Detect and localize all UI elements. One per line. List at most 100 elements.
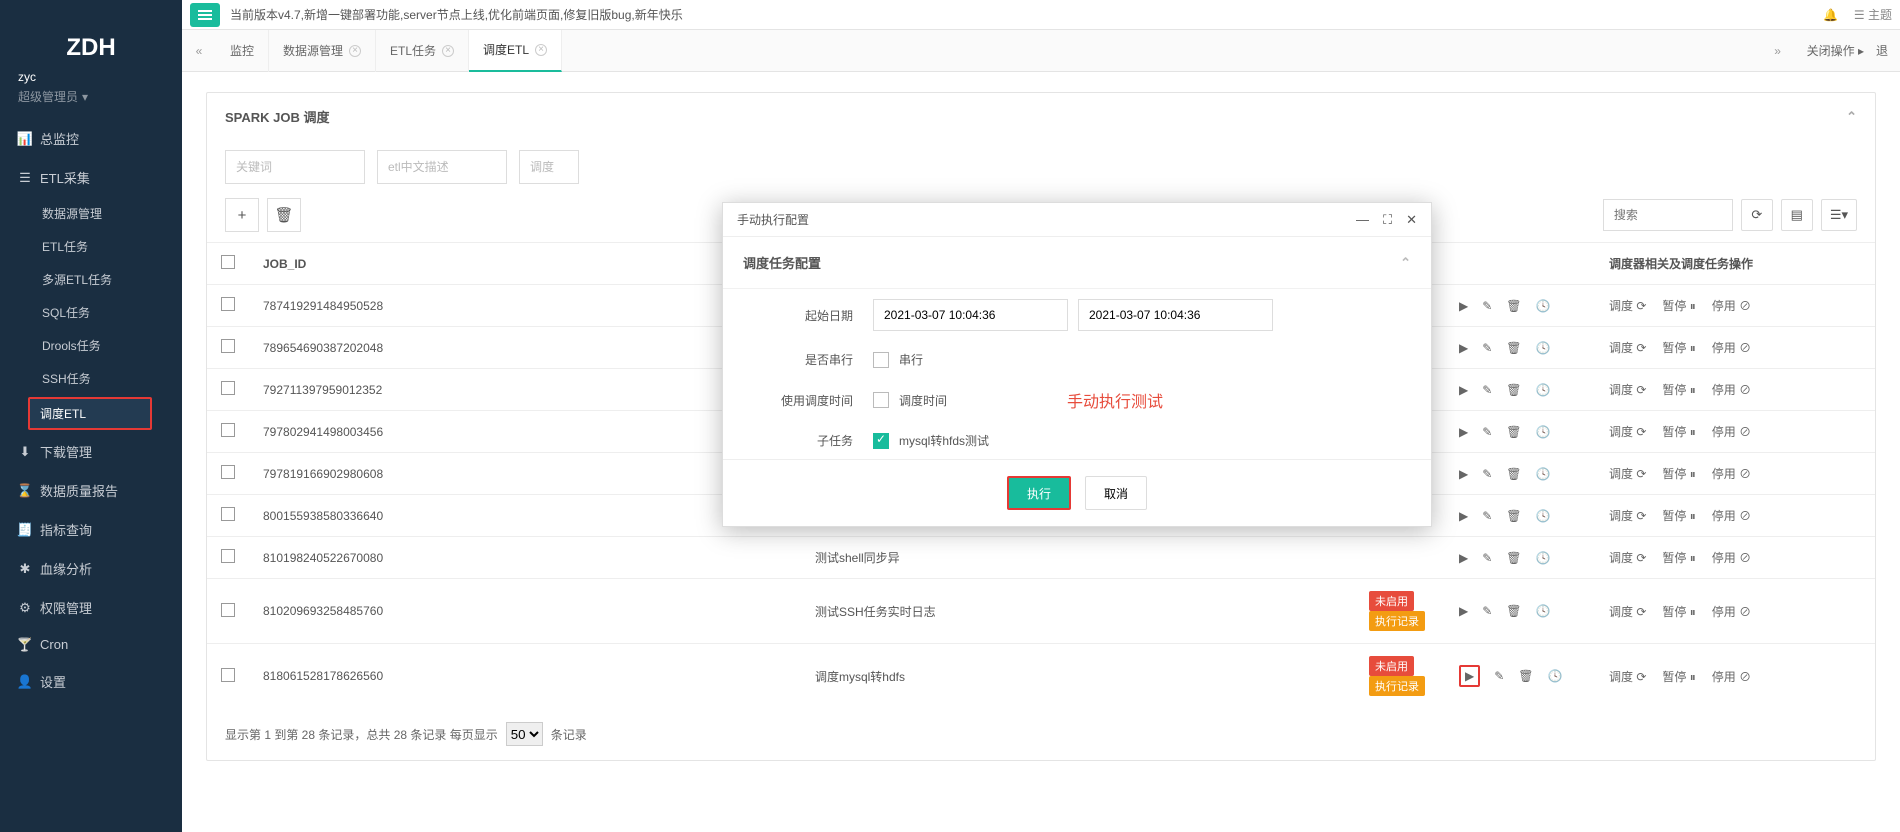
tab-datasource[interactable]: 数据源管理×: [269, 30, 376, 72]
edit-icon[interactable]: ✎: [1482, 383, 1492, 397]
log-badge[interactable]: 执行记录: [1369, 676, 1425, 696]
trash-icon[interactable]: 🗑: [1506, 299, 1521, 313]
play-icon[interactable]: ▶: [1459, 665, 1480, 687]
tab-schedule-etl[interactable]: 调度ETL×: [469, 30, 562, 72]
stop-action[interactable]: 停用 ⊘: [1712, 465, 1751, 482]
stop-action[interactable]: 停用 ⊘: [1712, 507, 1751, 524]
nav-multi-etl[interactable]: 多源ETL任务: [0, 263, 182, 296]
close-operations-menu[interactable]: 关闭操作 ▸: [1807, 42, 1864, 59]
schedule-action[interactable]: 调度 ⟳: [1609, 668, 1646, 685]
date-to-input[interactable]: [1078, 299, 1273, 331]
schedule-action[interactable]: 调度 ⟳: [1609, 603, 1646, 620]
add-button[interactable]: +: [225, 198, 259, 232]
nav-permission[interactable]: ⚙权限管理: [0, 588, 182, 627]
pause-action[interactable]: 暂停 ⏸: [1662, 381, 1695, 398]
close-icon[interactable]: ×: [442, 45, 454, 57]
pause-action[interactable]: 暂停 ⏸: [1662, 549, 1695, 566]
theme-toggle[interactable]: ☰ 主题: [1854, 6, 1892, 23]
row-checkbox[interactable]: [221, 381, 235, 395]
nav-schedule-etl[interactable]: 调度ETL: [28, 397, 152, 430]
trash-icon[interactable]: 🗑: [1506, 341, 1521, 355]
nav-ssh-task[interactable]: SSH任务: [0, 362, 182, 395]
stop-action[interactable]: 停用 ⊘: [1712, 549, 1751, 566]
bell-icon[interactable]: 🔔: [1823, 8, 1838, 22]
row-checkbox[interactable]: [221, 603, 235, 617]
modal-maximize-button[interactable]: ⛶: [1383, 212, 1392, 228]
user-role-dropdown[interactable]: 超级管理员▾: [18, 88, 164, 105]
date-from-input[interactable]: [873, 299, 1068, 331]
search-input[interactable]: [1603, 199, 1733, 231]
cancel-button[interactable]: 取消: [1085, 476, 1147, 510]
nav-datasource[interactable]: 数据源管理: [0, 197, 182, 230]
clock-icon[interactable]: 🕓: [1536, 604, 1551, 618]
close-icon[interactable]: ×: [349, 45, 361, 57]
refresh-button[interactable]: ⟳: [1741, 199, 1773, 231]
tab-etl[interactable]: ETL任务×: [376, 30, 469, 72]
nav-settings[interactable]: 👤设置: [0, 662, 182, 701]
row-checkbox[interactable]: [221, 668, 235, 682]
trash-icon[interactable]: 🗑: [1506, 551, 1521, 565]
edit-icon[interactable]: ✎: [1482, 551, 1492, 565]
logout-button[interactable]: 退: [1876, 42, 1888, 59]
pause-action[interactable]: 暂停 ⏸: [1662, 507, 1695, 524]
clock-icon[interactable]: 🕓: [1536, 509, 1551, 523]
pause-action[interactable]: 暂停 ⏸: [1662, 465, 1695, 482]
row-checkbox[interactable]: [221, 297, 235, 311]
nav-cron[interactable]: 🍸Cron: [0, 627, 182, 662]
execute-button[interactable]: 执行: [1007, 476, 1071, 510]
toggle-view-button[interactable]: ▤: [1781, 199, 1813, 231]
nav-drools-task[interactable]: Drools任务: [0, 329, 182, 362]
page-size-select[interactable]: 50: [506, 722, 543, 746]
schedule-action[interactable]: 调度 ⟳: [1609, 465, 1646, 482]
serial-checkbox[interactable]: [873, 352, 889, 368]
filter-keyword-input[interactable]: [225, 150, 365, 184]
play-icon[interactable]: ▶: [1459, 341, 1468, 355]
schedule-action[interactable]: 调度 ⟳: [1609, 507, 1646, 524]
schedule-action[interactable]: 调度 ⟳: [1609, 297, 1646, 314]
schedule-action[interactable]: 调度 ⟳: [1609, 339, 1646, 356]
pause-action[interactable]: 暂停 ⏸: [1662, 603, 1695, 620]
nav-sql-task[interactable]: SQL任务: [0, 296, 182, 329]
nav-etl-task[interactable]: ETL任务: [0, 230, 182, 263]
edit-icon[interactable]: ✎: [1494, 669, 1504, 683]
tabs-next-button[interactable]: »: [1761, 44, 1795, 58]
usetime-checkbox[interactable]: [873, 392, 889, 408]
collapse-icon[interactable]: ⌃: [1400, 255, 1411, 271]
play-icon[interactable]: ▶: [1459, 425, 1468, 439]
schedule-action[interactable]: 调度 ⟳: [1609, 549, 1646, 566]
clock-icon[interactable]: 🕓: [1548, 669, 1563, 683]
play-icon[interactable]: ▶: [1459, 383, 1468, 397]
play-icon[interactable]: ▶: [1459, 551, 1468, 565]
row-checkbox[interactable]: [221, 507, 235, 521]
filter-etl-input[interactable]: [377, 150, 507, 184]
modal-close-button[interactable]: ✕: [1406, 212, 1417, 228]
stop-action[interactable]: 停用 ⊘: [1712, 423, 1751, 440]
nav-etl-group[interactable]: ☰ETL采集: [0, 158, 182, 197]
stop-action[interactable]: 停用 ⊘: [1712, 668, 1751, 685]
edit-icon[interactable]: ✎: [1482, 299, 1492, 313]
pause-action[interactable]: 暂停 ⏸: [1662, 339, 1695, 356]
pause-action[interactable]: 暂停 ⏸: [1662, 423, 1695, 440]
edit-icon[interactable]: ✎: [1482, 604, 1492, 618]
schedule-action[interactable]: 调度 ⟳: [1609, 423, 1646, 440]
stop-action[interactable]: 停用 ⊘: [1712, 339, 1751, 356]
delete-button[interactable]: 🗑: [267, 198, 301, 232]
play-icon[interactable]: ▶: [1459, 299, 1468, 313]
trash-icon[interactable]: 🗑: [1506, 509, 1521, 523]
stop-action[interactable]: 停用 ⊘: [1712, 297, 1751, 314]
clock-icon[interactable]: 🕓: [1536, 299, 1551, 313]
stop-action[interactable]: 停用 ⊘: [1712, 381, 1751, 398]
nav-dashboard[interactable]: 📊总监控: [0, 119, 182, 158]
clock-icon[interactable]: 🕓: [1536, 383, 1551, 397]
clock-icon[interactable]: 🕓: [1536, 551, 1551, 565]
modal-header[interactable]: 手动执行配置 — ⛶ ✕: [723, 203, 1431, 237]
columns-button[interactable]: ☰▾: [1821, 199, 1857, 231]
stop-action[interactable]: 停用 ⊘: [1712, 603, 1751, 620]
schedule-action[interactable]: 调度 ⟳: [1609, 381, 1646, 398]
log-badge[interactable]: 执行记录: [1369, 611, 1425, 631]
nav-quality[interactable]: ⌛数据质量报告: [0, 471, 182, 510]
filter-schedule-input[interactable]: [519, 150, 579, 184]
nav-download[interactable]: ⬇下载管理: [0, 432, 182, 471]
trash-icon[interactable]: 🗑: [1506, 383, 1521, 397]
pause-action[interactable]: 暂停 ⏸: [1662, 297, 1695, 314]
